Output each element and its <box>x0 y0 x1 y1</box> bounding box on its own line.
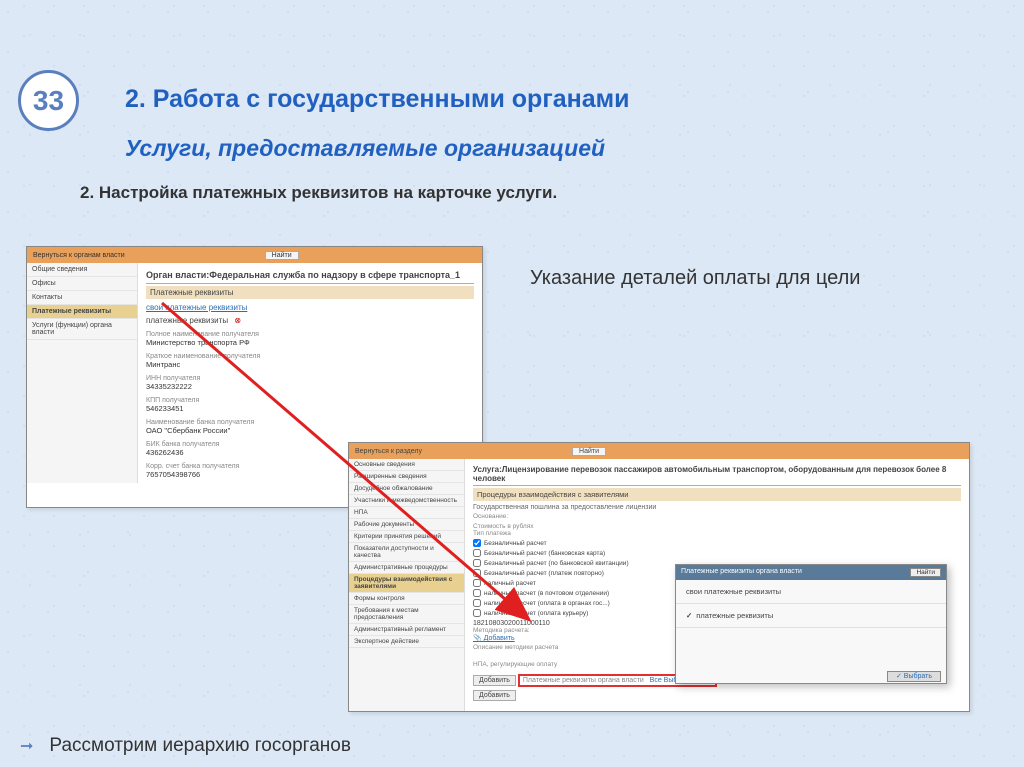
field-value: Министерство транспорта РФ <box>146 338 474 347</box>
checkbox[interactable] <box>473 599 481 607</box>
sidebar: Основные сведения Расширенные сведения Д… <box>349 459 465 711</box>
sidebar-item-selected[interactable]: Платежные реквизиты <box>27 305 137 319</box>
check-label: Безналичный расчет (банковская карта) <box>484 550 605 557</box>
check-label: Безналичный расчет <box>484 540 547 547</box>
sidebar-item[interactable]: Административный регламент <box>349 624 464 636</box>
sidebar-item[interactable]: Досудебное обжалование <box>349 483 464 495</box>
checkbox[interactable] <box>473 549 481 557</box>
field-label: Наименование банка получателя <box>146 419 474 426</box>
checkbox[interactable] <box>473 539 481 547</box>
dialog-header: Платежные реквизиты органа власти Найти <box>676 565 946 580</box>
row-text: Государственная пошлина за предоставлени… <box>473 504 961 511</box>
sidebar-item-selected[interactable]: Процедуры взаимодействия с заявителями <box>349 574 464 593</box>
sidebar-item[interactable]: Экспертное действие <box>349 636 464 648</box>
checkbox[interactable] <box>473 559 481 567</box>
dialog-title: Платежные реквизиты органа власти <box>681 568 802 577</box>
dialog-row-checked[interactable]: платежные реквизиты <box>676 604 946 628</box>
dialog-search-button[interactable]: Найти <box>910 568 941 577</box>
page-title: Орган власти:Федеральная служба по надзо… <box>146 267 474 284</box>
check-label: наличный расчет (оплата курьеру) <box>484 610 588 617</box>
sidebar-item[interactable]: Рабочие документы <box>349 519 464 531</box>
requisites-link[interactable]: свои платежные реквизиты <box>146 303 474 312</box>
sidebar-item[interactable]: Критерии принятия решений <box>349 531 464 543</box>
section-title: Платежные реквизиты <box>146 286 474 299</box>
annotation-text: Указание деталей оплаты для цели <box>530 267 860 290</box>
section-title: Процедуры взаимодействия с заявителями <box>473 488 961 501</box>
field-value: 34335232222 <box>146 382 474 391</box>
field-label: ИНН получателя <box>146 375 474 382</box>
page-title: Услуга:Лицензирование перевозок пассажир… <box>473 463 961 486</box>
sidebar: Общие сведения Офисы Контакты Платежные … <box>27 263 138 483</box>
delete-icon[interactable]: ⊗ <box>234 316 241 325</box>
step-heading: 2. Настройка платежных реквизитов на кар… <box>80 183 557 203</box>
type-label: Тип платежа <box>473 530 961 537</box>
row-label: Основание: <box>473 513 961 520</box>
check-label: наличный расчет (оплата в органах гос...… <box>484 600 610 607</box>
field-value: 546233451 <box>146 404 474 413</box>
sidebar-item[interactable]: Административные процедуры <box>349 562 464 574</box>
checkbox[interactable] <box>473 609 481 617</box>
sidebar-item[interactable]: Общие сведения <box>27 263 137 277</box>
section-subheading: Услуги, предоставляемые организацией <box>125 135 605 162</box>
field-label: Полное наименование получателя <box>146 331 474 338</box>
toolbar: Вернуться к разделу Найти <box>349 443 969 459</box>
search-button[interactable]: Найти <box>572 447 606 456</box>
check-label: Безналичный расчет (по банковской квитан… <box>484 560 629 567</box>
screenshot-service-card: Вернуться к разделу Найти Основные сведе… <box>348 442 970 712</box>
sidebar-item[interactable]: Формы контроля <box>349 593 464 605</box>
sidebar-item[interactable]: НПА <box>349 507 464 519</box>
checkbox[interactable] <box>473 579 481 587</box>
add-button[interactable]: Добавить <box>473 675 516 686</box>
requisites-dialog: Платежные реквизиты органа власти Найти … <box>675 564 947 684</box>
field-label: КПП получателя <box>146 397 474 404</box>
sidebar-item[interactable]: Требования к местам предоставления <box>349 605 464 624</box>
field-label: Краткое наименование получателя <box>146 353 474 360</box>
section-heading: 2. Работа с государственными органами <box>125 85 630 114</box>
dialog-ok-button[interactable]: ✓ Выбрать <box>887 671 941 682</box>
check-label: наличный расчет <box>484 580 536 587</box>
main-panel: Услуга:Лицензирование перевозок пассажир… <box>465 459 969 711</box>
back-link[interactable]: Вернуться к разделу <box>355 448 422 455</box>
sidebar-item[interactable]: Услуги (функции) органа власти <box>27 319 137 340</box>
hl-label: Платежные реквизиты органа власти <box>523 677 644 684</box>
sidebar-item[interactable]: Участники и межведомственность <box>349 495 464 507</box>
checkbox[interactable] <box>473 589 481 597</box>
field-value: ОАО "Сбербанк России" <box>146 426 474 435</box>
cost-label: Стоимость в рублях <box>473 523 961 530</box>
sidebar-item[interactable]: Офисы <box>27 277 137 291</box>
chip-label: платежные реквизиты <box>146 316 228 325</box>
sidebar-item[interactable]: Контакты <box>27 291 137 305</box>
add-button-highlighted[interactable]: Добавить <box>473 690 516 701</box>
check-label: Безналичный расчет (платеж повторно) <box>484 570 604 577</box>
back-link[interactable]: Вернуться к органам власти <box>33 252 125 259</box>
check-label: наличный расчет (в почтовом отделении) <box>484 590 609 597</box>
bullet-text: Рассмотрим иерархию госорганов <box>20 735 351 757</box>
search-button[interactable]: Найти <box>265 251 299 260</box>
dialog-row[interactable]: свои платежные реквизиты <box>676 580 946 604</box>
checkbox[interactable] <box>473 569 481 577</box>
link-label: Добавить <box>484 635 515 642</box>
toolbar: Вернуться к органам власти Найти <box>27 247 482 263</box>
slide-number-badge: 33 <box>18 70 79 131</box>
sidebar-item[interactable]: Основные сведения <box>349 459 464 471</box>
sidebar-item[interactable]: Расширенные сведения <box>349 471 464 483</box>
sidebar-item[interactable]: Показатели доступности и качества <box>349 543 464 562</box>
ok-label: Выбрать <box>904 673 932 680</box>
field-value: Минтранс <box>146 360 474 369</box>
requisites-chip[interactable]: платежные реквизиты ⊗ <box>146 316 474 325</box>
